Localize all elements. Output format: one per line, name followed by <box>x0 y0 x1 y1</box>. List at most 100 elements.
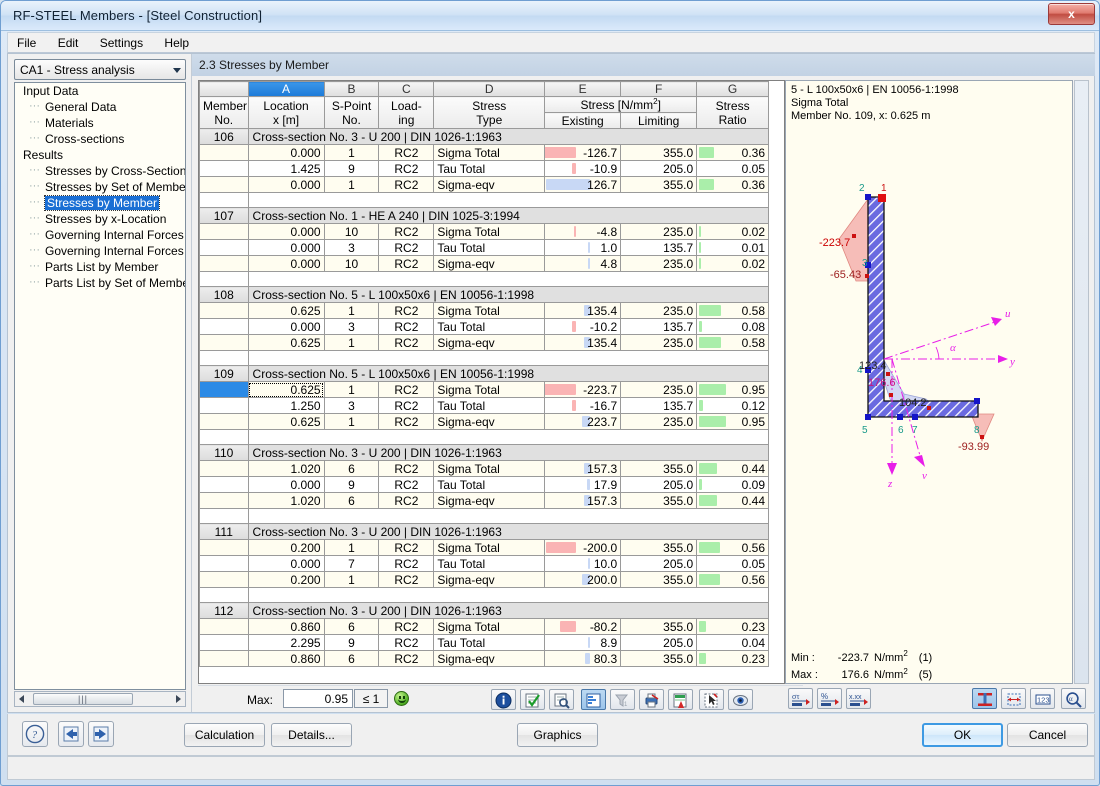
info-button[interactable] <box>491 689 516 710</box>
existing-stress-cell[interactable]: -80.2 <box>544 618 622 635</box>
row-header-cell[interactable] <box>199 239 249 256</box>
column-letter-b[interactable]: B <box>323 81 380 97</box>
row-header-cell[interactable] <box>199 223 249 240</box>
row-header-cell[interactable] <box>199 634 249 651</box>
table-row[interactable]: 0.625 1 RC2 Sigma-eqv 135.4 235.0 0.58 <box>199 334 769 351</box>
menu-item-file[interactable]: File <box>8 33 45 53</box>
tree-item-parts-list-by-set[interactable]: ··· Parts List by Set of Members <box>15 275 185 291</box>
row-header-cell[interactable] <box>199 255 249 272</box>
existing-stress-cell[interactable]: 157.3 <box>544 460 622 477</box>
loading-cell[interactable]: RC2 <box>378 413 435 430</box>
s-point-cell[interactable]: 6 <box>323 492 380 509</box>
loading-cell[interactable]: RC2 <box>378 650 435 667</box>
tree-item-stresses-by-member[interactable]: ··· Stresses by Member <box>15 195 185 211</box>
row-header-cell[interactable] <box>199 413 249 430</box>
stress-type-cell[interactable]: Sigma Total <box>433 302 546 319</box>
loading-cell[interactable]: RC2 <box>378 555 435 572</box>
existing-stress-cell[interactable]: 223.7 <box>544 413 622 430</box>
row-header-cell[interactable] <box>199 476 249 493</box>
s-point-cell[interactable]: 1 <box>323 571 380 588</box>
details-button[interactable]: Details... <box>271 723 352 747</box>
close-button[interactable]: x <box>1048 3 1095 25</box>
stress-ratio-cell[interactable]: 0.01 <box>696 239 769 256</box>
table-row[interactable]: 0.000 10 RC2 Sigma-eqv 4.8 235.0 0.02 <box>199 255 769 272</box>
column-letter-a[interactable]: A <box>247 81 325 97</box>
table-row[interactable]: 0.000 1 RC2 Sigma Total -126.7 355.0 0.36 <box>199 144 769 161</box>
decimals-button[interactable]: x.xx <box>846 688 871 709</box>
table-row[interactable]: 0.625 1 RC2 Sigma Total 135.4 235.0 0.58 <box>199 302 769 319</box>
loading-cell[interactable]: RC2 <box>378 239 435 256</box>
row-header-cell[interactable] <box>199 618 249 635</box>
print-button[interactable] <box>639 689 664 710</box>
stress-ratio-cell[interactable]: 0.56 <box>696 571 769 588</box>
table-row[interactable]: 1.020 6 RC2 Sigma-eqv 157.3 355.0 0.44 <box>199 492 769 509</box>
existing-stress-cell[interactable]: -10.2 <box>544 318 622 335</box>
limiting-stress-cell[interactable]: 355.0 <box>620 144 698 161</box>
grid-corner[interactable] <box>199 81 249 97</box>
graphic-vertical-scrollbar[interactable] <box>1074 80 1089 684</box>
loading-cell[interactable]: RC2 <box>378 492 435 509</box>
row-header-cell[interactable] <box>199 650 249 667</box>
stress-type-cell[interactable]: Sigma Total <box>433 223 546 240</box>
stress-ratio-cell[interactable]: 0.23 <box>696 650 769 667</box>
graphics-button[interactable]: Graphics <box>517 723 598 747</box>
location-cell[interactable]: 1.425 <box>247 160 325 177</box>
tree-item-results[interactable]: Results <box>15 147 185 163</box>
column-letter-e[interactable]: E <box>544 81 622 97</box>
s-point-cell[interactable]: 6 <box>323 650 380 667</box>
existing-stress-cell[interactable]: -16.7 <box>544 397 622 414</box>
table-row[interactable]: 1.020 6 RC2 Sigma Total 157.3 355.0 0.44 <box>199 460 769 477</box>
table-row[interactable]: 0.000 1 RC2 Sigma-eqv 126.7 355.0 0.36 <box>199 176 769 193</box>
limiting-stress-cell[interactable]: 235.0 <box>620 334 698 351</box>
table-row[interactable]: 0.625 1 RC2 Sigma Total -223.7 235.0 0.95 <box>199 381 769 398</box>
limiting-stress-cell[interactable]: 235.0 <box>620 255 698 272</box>
stress-type-cell[interactable]: Sigma-eqv <box>433 334 546 351</box>
next-module-button[interactable] <box>88 721 114 747</box>
location-cell[interactable]: 2.295 <box>247 634 325 651</box>
stress-type-cell[interactable]: Tau Total <box>433 555 546 572</box>
table-section-row[interactable]: 112 Cross-section No. 3 - U 200 | DIN 102… <box>199 602 770 619</box>
s-point-cell[interactable]: 10 <box>323 255 380 272</box>
stress-type-cell[interactable]: Tau Total <box>433 239 546 256</box>
row-header-cell[interactable] <box>199 160 249 177</box>
limiting-stress-cell[interactable]: 205.0 <box>620 160 698 177</box>
s-point-cell[interactable]: 1 <box>323 176 380 193</box>
row-header-cell[interactable] <box>199 334 249 351</box>
location-cell[interactable]: 1.020 <box>247 460 325 477</box>
existing-stress-cell[interactable]: -10.9 <box>544 160 622 177</box>
s-point-cell[interactable]: 1 <box>323 381 380 398</box>
stress-type-cell[interactable]: Tau Total <box>433 318 546 335</box>
column-letter-c[interactable]: C <box>378 81 435 97</box>
limiting-stress-cell[interactable]: 355.0 <box>620 571 698 588</box>
location-cell[interactable]: 1.250 <box>247 397 325 414</box>
existing-stress-cell[interactable]: -223.7 <box>544 381 622 398</box>
table-section-row[interactable]: 110 Cross-section No. 3 - U 200 | DIN 102… <box>199 444 770 461</box>
existing-stress-cell[interactable]: 17.9 <box>544 476 622 493</box>
cross-section-graphic[interactable]: 5 - L 100x50x6 | EN 10056-1:1998 Sigma T… <box>785 80 1073 684</box>
row-header-cell[interactable] <box>199 571 249 588</box>
stress-ratio-cell[interactable]: 0.58 <box>696 334 769 351</box>
stress-type-cell[interactable]: Sigma-eqv <box>433 650 546 667</box>
s-point-cell[interactable]: 6 <box>323 460 380 477</box>
stress-units-button[interactable]: στ <box>788 688 813 709</box>
stress-ratio-cell[interactable]: 0.95 <box>696 381 769 398</box>
row-header-cell[interactable] <box>199 271 249 287</box>
location-cell[interactable]: 0.860 <box>247 650 325 667</box>
location-cell[interactable]: 0.200 <box>247 571 325 588</box>
case-select-combobox[interactable]: CA1 - Stress analysis <box>14 59 186 80</box>
row-header-cell[interactable] <box>199 192 249 208</box>
table-row[interactable]: 0.000 3 RC2 Tau Total 1.0 135.7 0.01 <box>199 239 769 256</box>
row-header-cell[interactable] <box>199 460 249 477</box>
limiting-stress-cell[interactable]: 355.0 <box>620 650 698 667</box>
limiting-stress-cell[interactable]: 355.0 <box>620 492 698 509</box>
table-row[interactable]: 0.200 1 RC2 Sigma-eqv 200.0 355.0 0.56 <box>199 571 769 588</box>
existing-stress-cell[interactable]: -126.7 <box>544 144 622 161</box>
loading-cell[interactable]: RC2 <box>378 176 435 193</box>
scrollbar-thumb[interactable]: ||| <box>33 693 133 705</box>
location-cell[interactable]: 0.860 <box>247 618 325 635</box>
scroll-right-icon[interactable] <box>176 695 181 703</box>
tree-item-materials[interactable]: ··· Materials <box>15 115 185 131</box>
s-point-cell[interactable]: 1 <box>323 144 380 161</box>
row-header-cell[interactable] <box>199 176 249 193</box>
row-header-cell[interactable] <box>199 555 249 572</box>
